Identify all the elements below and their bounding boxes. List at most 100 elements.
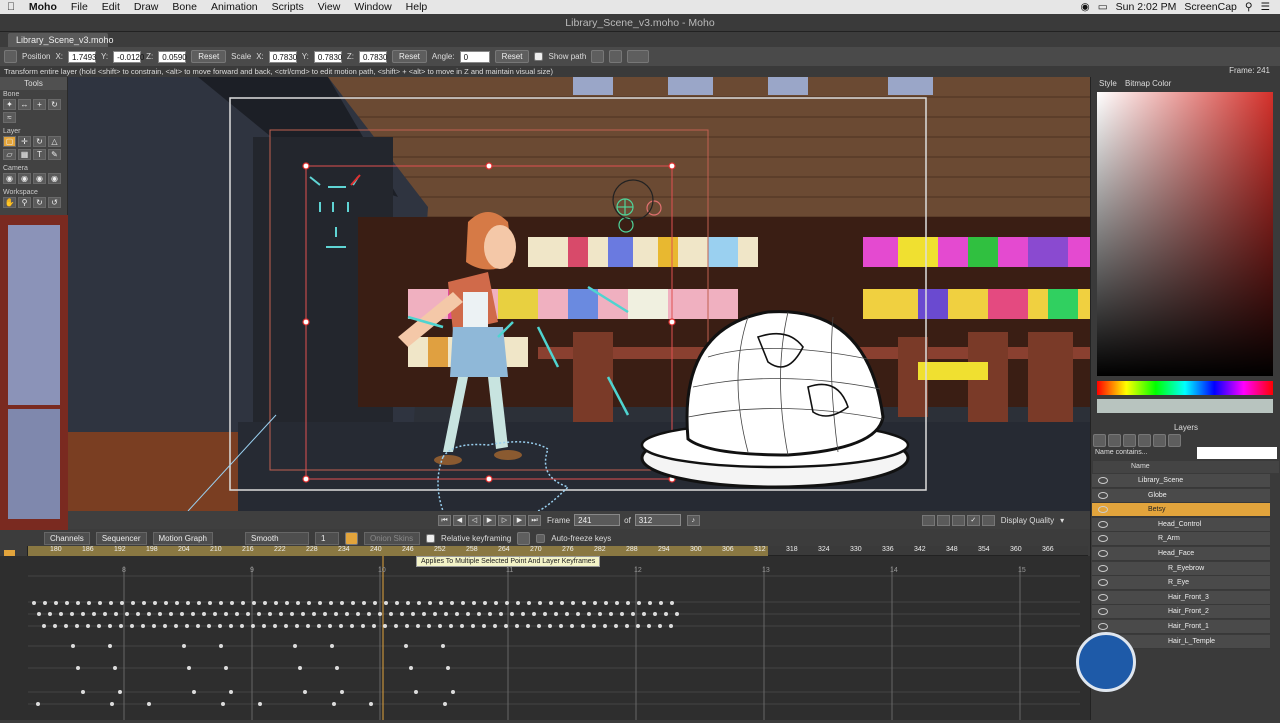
- step-back-icon[interactable]: ◁: [468, 514, 481, 526]
- select-bone-tool-icon[interactable]: ✦: [3, 99, 16, 110]
- scale-y-field[interactable]: 0.7830: [313, 50, 342, 63]
- align-icon[interactable]: [591, 50, 605, 63]
- layer-row[interactable]: R_Arm: [1092, 532, 1270, 547]
- menu-animation[interactable]: Animation: [204, 1, 265, 13]
- menu-view[interactable]: View: [311, 1, 348, 13]
- layer-row[interactable]: R_Eye: [1092, 576, 1270, 591]
- duplicate-layer-icon[interactable]: [1108, 434, 1121, 447]
- menu-moho[interactable]: Moho: [22, 1, 64, 13]
- quality-frame-icon[interactable]: [981, 514, 995, 526]
- view-split-icon[interactable]: [936, 514, 950, 526]
- camera-zoom-icon[interactable]: ◉: [18, 173, 31, 184]
- camera-track-icon[interactable]: ◉: [3, 173, 16, 184]
- total-frames-field[interactable]: 312: [634, 514, 681, 526]
- user-name[interactable]: ScreenCap: [1184, 1, 1237, 13]
- menu-scripts[interactable]: Scripts: [265, 1, 311, 13]
- step-forward-icon[interactable]: ▷: [498, 514, 511, 526]
- layer-row[interactable]: Library_Scene: [1092, 474, 1270, 488]
- show-path-checkbox[interactable]: [534, 52, 544, 61]
- tab-style[interactable]: Style: [1099, 79, 1117, 88]
- delete-layer-icon[interactable]: [1138, 434, 1151, 447]
- hue-slider[interactable]: [1097, 381, 1273, 395]
- bone-physics-tool-icon[interactable]: ≈: [3, 112, 16, 123]
- visibility-eye-icon[interactable]: [1098, 608, 1108, 616]
- layer-search-input[interactable]: [1197, 447, 1277, 459]
- interp-cycle-dropdown[interactable]: 1: [314, 531, 339, 545]
- menu-help[interactable]: Help: [399, 1, 435, 13]
- layer-row[interactable]: Globe: [1092, 488, 1270, 503]
- interpolation-dropdown[interactable]: Smooth: [244, 531, 309, 545]
- visibility-eye-icon[interactable]: [1098, 520, 1108, 528]
- layer-filter-dropdown[interactable]: Name contains...: [1095, 447, 1191, 459]
- layer-row[interactable]: Hair_Front_1: [1092, 620, 1270, 634]
- list-icon[interactable]: ☰: [1261, 1, 1270, 13]
- layer-row[interactable]: Hair_Front_2: [1092, 605, 1270, 620]
- timeline-keyframes[interactable]: 8 9 10 11 12 13 14 15: [0, 556, 1090, 720]
- tab-bitmap-color[interactable]: Bitmap Color: [1125, 79, 1171, 88]
- layer-row[interactable]: Betsy: [1092, 503, 1270, 518]
- scale-z-field[interactable]: 0.7830: [358, 50, 387, 63]
- visibility-eye-icon[interactable]: [1098, 491, 1108, 499]
- reset-position-button[interactable]: Reset: [191, 50, 227, 63]
- reparent-bone-tool-icon[interactable]: ↻: [48, 99, 61, 110]
- layer-row[interactable]: R_Eyebrow: [1092, 561, 1270, 576]
- layer-settings-icon[interactable]: [1168, 434, 1181, 447]
- battery-icon[interactable]: ▭: [1098, 1, 1108, 13]
- relative-keyframing-checkbox[interactable]: [425, 533, 435, 543]
- menu-bone[interactable]: Bone: [165, 1, 204, 13]
- flip-icon[interactable]: [609, 50, 623, 63]
- fast-forward-icon[interactable]: ⏭: [528, 514, 541, 526]
- next-key-icon[interactable]: ▶: [513, 514, 526, 526]
- tab-sequencer[interactable]: Sequencer: [95, 531, 147, 545]
- view-single-icon[interactable]: [921, 514, 935, 526]
- options-dropdown-icon[interactable]: [627, 50, 650, 63]
- visibility-eye-icon[interactable]: [1098, 564, 1108, 572]
- menu-file[interactable]: File: [64, 1, 95, 13]
- rotate-workspace-icon[interactable]: ↻: [33, 197, 46, 208]
- new-layer-icon[interactable]: [1093, 434, 1106, 447]
- wifi-icon[interactable]: ◉: [1081, 1, 1090, 13]
- visibility-eye-icon[interactable]: [1098, 593, 1108, 601]
- quality-check-icon[interactable]: ✓: [966, 514, 980, 526]
- layer-row[interactable]: Head_Face: [1092, 547, 1270, 561]
- timeline-ruler[interactable]: 180 186 192 198 204 210 216 222 228 234 240 246 252 2…: [28, 546, 1088, 556]
- visibility-eye-icon[interactable]: [1098, 579, 1108, 587]
- camera-roll-icon[interactable]: ◉: [33, 173, 46, 184]
- tab-motion-graph[interactable]: Motion Graph: [152, 531, 213, 545]
- visibility-eye-icon[interactable]: [1098, 535, 1108, 543]
- visibility-eye-icon[interactable]: [1098, 506, 1108, 514]
- text-tool-icon[interactable]: T: [33, 149, 46, 160]
- reset-angle-button[interactable]: Reset: [494, 50, 530, 63]
- eyedropper-tool-icon[interactable]: ✎: [48, 149, 61, 160]
- scale-x-field[interactable]: 0.7830: [268, 50, 297, 63]
- transform-layer-tool-icon[interactable]: ▢: [3, 136, 16, 147]
- prev-key-icon[interactable]: ◀: [453, 514, 466, 526]
- rotate-tool-icon[interactable]: ↻: [33, 136, 46, 147]
- layer-row[interactable]: Hair_Front_3: [1092, 590, 1270, 605]
- position-y-field[interactable]: -0.0120: [113, 50, 144, 63]
- play-icon[interactable]: ▶: [483, 514, 496, 526]
- tab-channels[interactable]: Channels: [44, 531, 90, 545]
- move-tool-icon[interactable]: ✛: [18, 136, 31, 147]
- color-picker[interactable]: [1097, 92, 1273, 376]
- apple-menu-icon[interactable]: : [0, 1, 22, 13]
- zoom-tool-icon[interactable]: ⚲: [18, 197, 31, 208]
- copy-layer-icon[interactable]: [1123, 434, 1136, 447]
- visibility-eye-icon[interactable]: [1098, 477, 1108, 484]
- view-quad-icon[interactable]: [951, 514, 965, 526]
- layer-select-tool-icon[interactable]: ▦: [18, 149, 31, 160]
- volume-icon[interactable]: ♪: [686, 514, 700, 526]
- onion-skin-icon[interactable]: [344, 531, 358, 545]
- menu-edit[interactable]: Edit: [95, 1, 127, 13]
- keyframe-lock-icon[interactable]: [517, 531, 531, 545]
- onion-skins-dropdown[interactable]: Onion Skins: [363, 531, 420, 545]
- stage-canvas[interactable]: [68, 77, 1090, 511]
- layer-row[interactable]: Head_Control: [1092, 517, 1270, 532]
- translate-bone-tool-icon[interactable]: ↔: [18, 99, 31, 110]
- display-quality-chevron-icon[interactable]: ▾: [1060, 516, 1064, 525]
- reset-scale-button[interactable]: Reset: [391, 50, 427, 63]
- display-quality-button[interactable]: Display Quality: [1001, 516, 1054, 525]
- add-bone-tool-icon[interactable]: +: [33, 99, 46, 110]
- search-icon[interactable]: ⚲: [1245, 1, 1253, 13]
- color-swatch[interactable]: [1097, 399, 1273, 413]
